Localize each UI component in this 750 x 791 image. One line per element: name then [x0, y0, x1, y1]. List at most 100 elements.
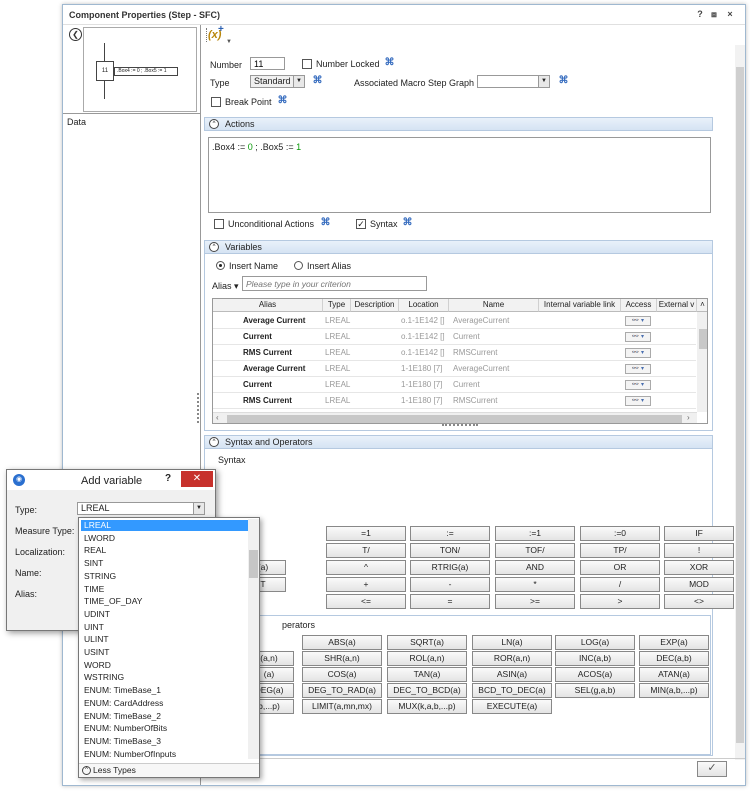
insert-alias-radio[interactable] — [294, 261, 303, 270]
variable-link-icon[interactable]: ⌘ — [312, 76, 323, 87]
type-option[interactable]: LREAL — [81, 520, 248, 531]
dialog-type-select[interactable]: LREAL ▼ — [77, 502, 205, 515]
alias-filter-dropdown[interactable]: Alias ▾ — [212, 281, 239, 292]
operator-button[interactable]: := — [410, 526, 490, 541]
function-button[interactable]: DEC(a,b) — [639, 651, 709, 666]
ok-button[interactable]: ✓ — [697, 761, 727, 777]
syntax-checkbox[interactable]: ✓ — [356, 219, 366, 229]
function-button[interactable]: MIN(a,b,...p) — [639, 683, 709, 698]
function-button[interactable]: TAN(a) — [387, 667, 467, 682]
actions-editor[interactable]: .Box4 := 0 ; .Box5 := 1 — [208, 137, 711, 213]
function-button[interactable]: ABS(a) — [302, 635, 382, 650]
macro-select[interactable]: ▼ — [477, 75, 550, 88]
type-option[interactable]: TIME_OF_DAY — [81, 596, 248, 607]
operator-button[interactable]: = — [410, 594, 490, 609]
function-button[interactable]: EXP(a) — [639, 635, 709, 650]
col-header[interactable]: Alias — [213, 299, 323, 312]
type-option[interactable]: UDINT — [81, 609, 248, 620]
close-button[interactable]: × — [725, 9, 735, 19]
table-row[interactable]: RMS Current LREAL 1-1E180 [7] RMSCurrent 👓 ▾ — [213, 393, 696, 409]
variable-link-icon[interactable]: ⌘ — [402, 218, 413, 229]
type-option[interactable]: SINT — [81, 558, 248, 569]
operator-button[interactable]: - — [410, 577, 490, 592]
col-header[interactable]: Access — [621, 299, 657, 312]
operator-button[interactable]: >= — [495, 594, 575, 609]
pane-vscroll-thumb[interactable] — [736, 67, 744, 743]
type-option[interactable]: ENUM: TimeBase_3 — [81, 736, 248, 747]
scroll-up-icon[interactable]: ˄ — [697, 299, 707, 312]
operator-button[interactable]: MOD — [664, 577, 734, 592]
variable-link-icon[interactable]: ⌘ — [384, 58, 395, 69]
type-option[interactable]: USINT — [81, 647, 248, 658]
operator-button[interactable]: IF — [664, 526, 734, 541]
operator-button[interactable]: + — [326, 577, 406, 592]
operator-button[interactable]: XOR — [664, 560, 734, 575]
type-option[interactable]: WORD — [81, 660, 248, 671]
function-button[interactable]: LIMIT(a,mn,mx) — [302, 699, 382, 714]
function-button[interactable]: INC(a,b) — [555, 651, 635, 666]
break-point-checkbox[interactable] — [211, 97, 221, 107]
type-option[interactable]: LWORD — [81, 533, 248, 544]
access-select[interactable]: 👓 ▾ — [625, 332, 651, 342]
function-button[interactable]: ACOS(a) — [555, 667, 635, 682]
operator-button[interactable]: ^ — [326, 560, 406, 575]
type-option[interactable]: TIME — [81, 584, 248, 595]
type-select[interactable]: Standard ▼ — [250, 75, 305, 88]
function-button[interactable]: SQRT(a) — [387, 635, 467, 650]
list-scroll-thumb[interactable] — [249, 550, 258, 578]
col-header[interactable]: Internal variable link — [539, 299, 621, 312]
pin-button[interactable]: ⧈ — [709, 9, 719, 20]
operator-button[interactable]: =1 — [326, 526, 406, 541]
operator-button[interactable]: > — [580, 594, 660, 609]
col-header[interactable]: External v — [657, 299, 697, 312]
access-select[interactable]: 👓 ▾ — [625, 348, 651, 358]
operator-button[interactable]: RTRIG(a) — [410, 560, 490, 575]
operator-button[interactable]: TON/ — [410, 543, 490, 558]
table-row[interactable]: Current LREAL 1-1E180 [7] Current 👓 ▾ — [213, 377, 696, 393]
col-header[interactable]: Type — [323, 299, 351, 312]
operator-button[interactable]: ! — [664, 543, 734, 558]
variable-link-icon[interactable]: ⌘ — [320, 218, 331, 229]
col-header[interactable]: Name — [449, 299, 539, 312]
operator-button[interactable]: <> — [664, 594, 734, 609]
unconditional-actions-checkbox[interactable] — [214, 219, 224, 229]
dropdown-arrow-icon[interactable]: ▼ — [226, 39, 232, 45]
syntax-section-header[interactable]: ^ Syntax and Operators — [204, 435, 713, 449]
function-button[interactable]: DEC_TO_BCD(a) — [387, 683, 467, 698]
access-select[interactable]: 👓 ▾ — [625, 380, 651, 390]
type-option[interactable]: ENUM: NumberOfBits — [81, 723, 248, 734]
operator-button[interactable]: <= — [326, 594, 406, 609]
table-row[interactable]: Average Current LREAL 1-1E180 [7] AverageCu… — [213, 361, 696, 377]
operator-button[interactable]: :=0 — [580, 526, 660, 541]
operator-button[interactable]: TOF/ — [495, 543, 575, 558]
operator-button[interactable]: OR — [580, 560, 660, 575]
function-button[interactable]: ROR(a,n) — [472, 651, 552, 666]
variables-section-header[interactable]: ^ Variables — [204, 240, 713, 254]
access-select[interactable]: 👓 ▾ — [625, 364, 651, 374]
function-button[interactable]: SEL(g,a,b) — [555, 683, 635, 698]
help-button[interactable]: ? — [695, 9, 705, 19]
grid-vscrollbar[interactable] — [697, 312, 707, 412]
type-option[interactable]: STRING — [81, 571, 248, 582]
col-header[interactable]: Description — [351, 299, 399, 312]
operator-button[interactable]: / — [580, 577, 660, 592]
function-button[interactable]: ASIN(a) — [472, 667, 552, 682]
operator-button[interactable]: AND — [495, 560, 575, 575]
filter-input[interactable] — [242, 276, 427, 291]
function-button[interactable]: MUX(k,a,b,...p) — [387, 699, 467, 714]
grid-vscroll-thumb[interactable] — [699, 329, 707, 349]
function-button[interactable]: COS(a) — [302, 667, 382, 682]
function-button[interactable]: LN(a) — [472, 635, 552, 650]
function-button[interactable]: BCD_TO_DEC(a) — [472, 683, 552, 698]
table-row[interactable]: Current LREAL o.1-1E142 [] Current 👓 ▾ — [213, 329, 696, 345]
operator-button[interactable]: TP/ — [580, 543, 660, 558]
actions-section-header[interactable]: ^ Actions — [204, 117, 713, 131]
table-row[interactable]: RMS Current LREAL o.1-1E142 [] RMSCurrent 👓 … — [213, 345, 696, 361]
collapse-back-button[interactable]: ❮ — [69, 28, 82, 41]
resize-grip[interactable] — [442, 424, 478, 428]
operator-button[interactable]: :=1 — [495, 526, 575, 541]
type-option[interactable]: ENUM: CardAddress — [81, 698, 248, 709]
type-option[interactable]: UINT — [81, 622, 248, 633]
type-option[interactable]: REAL — [81, 545, 248, 556]
function-button[interactable]: ROL(a,n) — [387, 651, 467, 666]
